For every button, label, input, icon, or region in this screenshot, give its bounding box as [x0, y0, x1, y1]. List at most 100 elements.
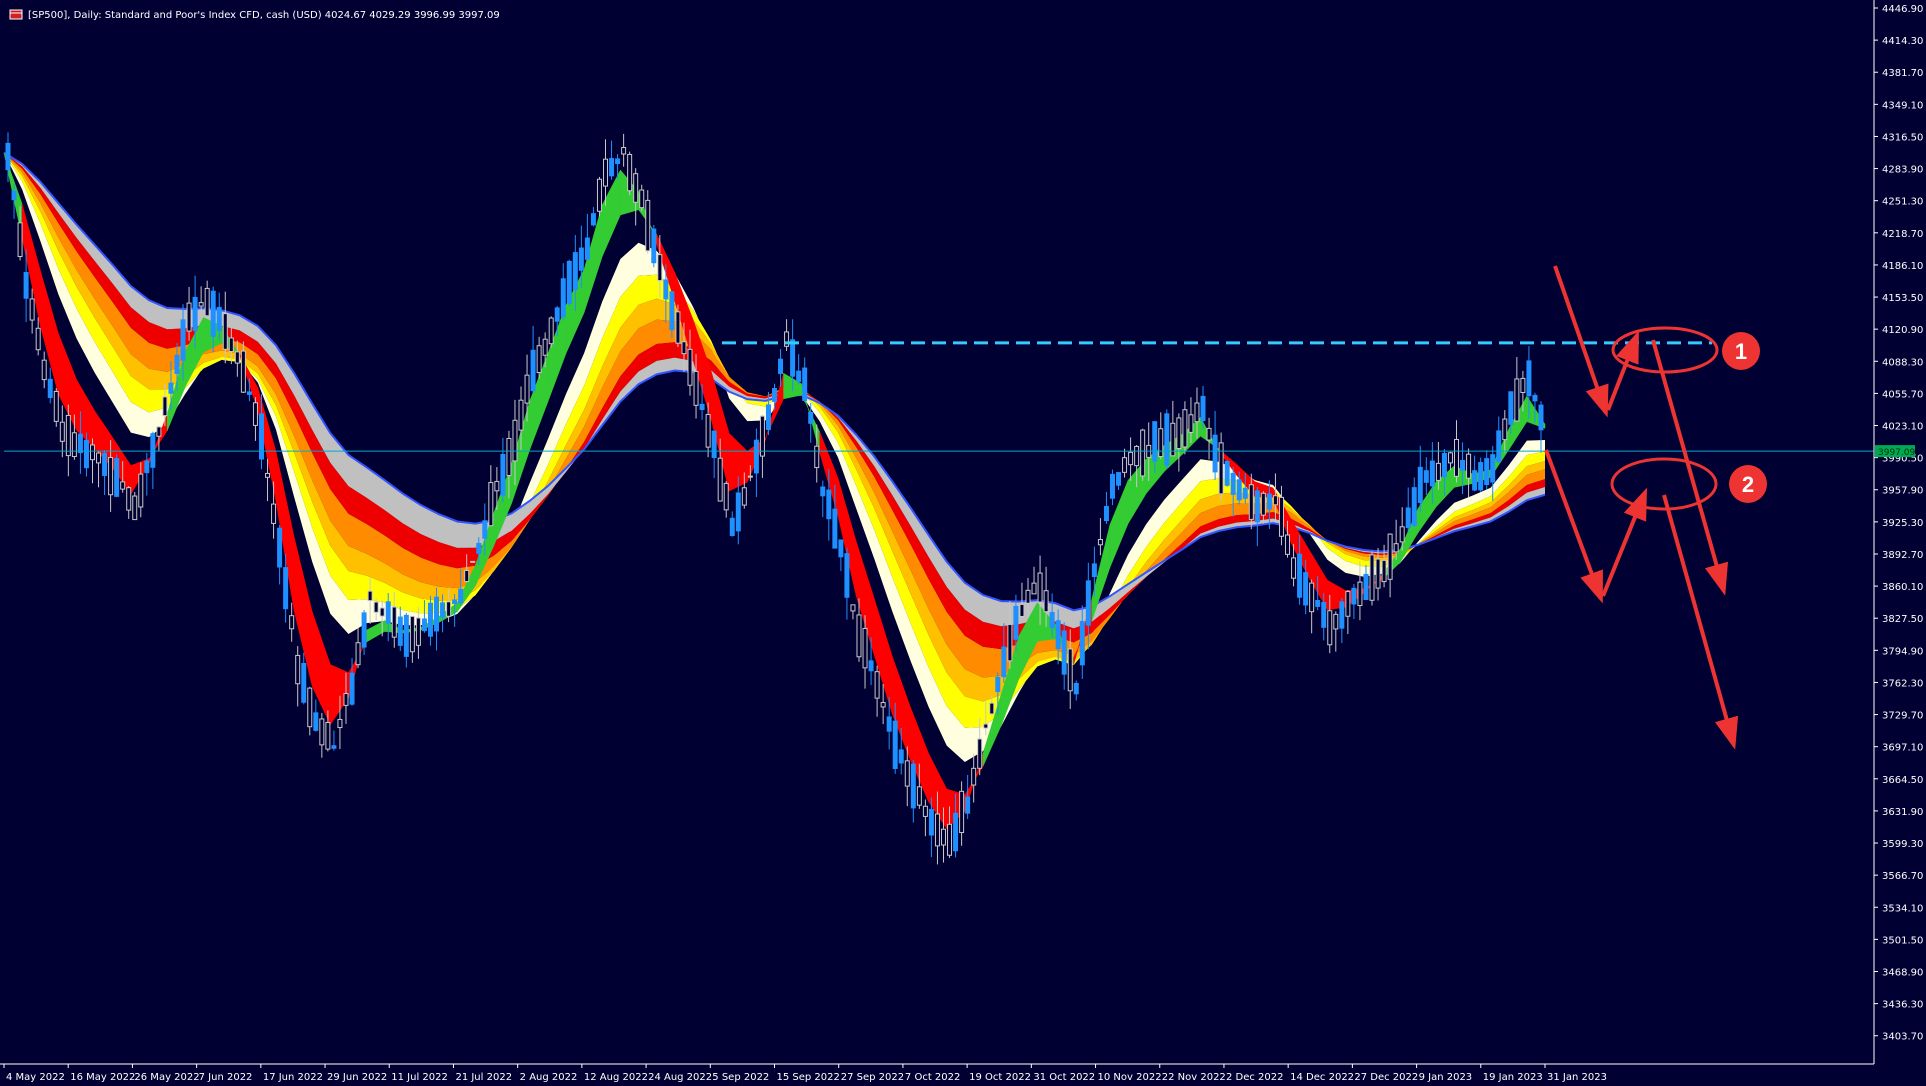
- candle-body: [566, 260, 572, 304]
- y-tick-label: 4349.10: [1882, 100, 1923, 111]
- candle-body: [1061, 630, 1067, 675]
- y-tick-label: 3468.90: [1882, 967, 1923, 978]
- candle-body: [971, 767, 977, 786]
- candle-body: [790, 339, 796, 377]
- candle-body: [1393, 543, 1399, 553]
- candle-body: [524, 374, 530, 404]
- candle-body: [669, 291, 675, 331]
- candle-body: [1333, 613, 1339, 630]
- candle-body: [959, 790, 965, 834]
- x-tick-label: 15 Sep 2022: [777, 1072, 840, 1083]
- candle-body: [1478, 462, 1484, 491]
- candle-body: [832, 508, 838, 549]
- candle-body: [186, 302, 192, 332]
- candle-body: [735, 492, 741, 532]
- x-tick-label: 24 Aug 2022: [648, 1072, 712, 1083]
- candle-body: [1502, 418, 1508, 441]
- candle-body: [820, 486, 826, 497]
- candle-body: [572, 252, 578, 290]
- candle-body: [1345, 591, 1351, 617]
- candle-body: [409, 615, 415, 653]
- x-tick-label: 19 Oct 2022: [969, 1072, 1031, 1083]
- candle-body: [675, 311, 681, 344]
- candle-body: [1025, 589, 1031, 604]
- candle-body: [995, 676, 1001, 693]
- candle-body: [71, 432, 77, 458]
- x-tick-label: 29 Jun 2022: [327, 1072, 387, 1083]
- candle-body: [1484, 458, 1490, 486]
- candle-body: [367, 590, 373, 602]
- candle-body: [415, 617, 421, 646]
- candle-body: [1007, 623, 1013, 662]
- candle-body: [1001, 646, 1007, 678]
- x-tick-label: 4 May 2022: [6, 1072, 65, 1083]
- candle-body: [1460, 460, 1466, 471]
- candle-body: [1109, 473, 1115, 499]
- candle-body: [1435, 462, 1441, 481]
- candle-body: [440, 602, 446, 618]
- candle-body: [17, 222, 23, 258]
- candle-body: [162, 396, 168, 417]
- candle-body: [277, 527, 283, 568]
- candle-body: [132, 495, 138, 521]
- current-price-tag: 3997.09: [1875, 445, 1915, 458]
- y-tick-label: 3794.90: [1882, 646, 1923, 657]
- candle-body: [1091, 563, 1097, 578]
- y-tick-label: 4283.90: [1882, 165, 1923, 176]
- candle-body: [1309, 582, 1315, 613]
- candle-body: [1496, 430, 1502, 462]
- candle-body: [1212, 434, 1218, 473]
- candle-body: [5, 142, 11, 171]
- candle-body: [868, 660, 874, 672]
- candle-body: [765, 404, 771, 430]
- candle-body: [940, 828, 946, 846]
- candle-body: [1508, 391, 1514, 425]
- candle-body: [192, 296, 198, 331]
- candle-body: [892, 720, 898, 769]
- candle-body: [1079, 620, 1085, 666]
- y-tick-label: 4218.70: [1882, 229, 1923, 240]
- candle-body: [1164, 413, 1170, 466]
- candle-body: [156, 426, 162, 437]
- candle-body: [1441, 452, 1447, 478]
- candle-body: [228, 337, 234, 353]
- candle-body: [554, 307, 560, 322]
- candle-body: [621, 147, 627, 155]
- x-tick-label: 22 Nov 2022: [1162, 1072, 1226, 1083]
- candle-body: [681, 341, 687, 355]
- price-chart[interactable]: 1 2 4446.90 4414.30 4381.70 4349.10 4316.50 42…: [0, 0, 1926, 1086]
- candle-body: [645, 199, 651, 252]
- candle-body: [246, 391, 252, 395]
- candle-body: [222, 313, 228, 350]
- chart-window-icon[interactable]: [9, 9, 23, 20]
- candle-body: [699, 403, 705, 410]
- candle-body: [252, 402, 258, 426]
- candle-body: [1097, 538, 1103, 546]
- candle-body: [204, 287, 210, 317]
- y-tick-label: 4414.30: [1882, 36, 1923, 47]
- candle-body: [1327, 610, 1333, 646]
- candle-body: [808, 411, 814, 424]
- candle-body: [373, 601, 379, 613]
- candle-body: [596, 178, 602, 212]
- x-tick-label: 7 Oct 2022: [905, 1072, 960, 1083]
- candle-body: [928, 808, 934, 836]
- x-tick-label: 21 Jul 2022: [455, 1072, 512, 1083]
- candle-body: [258, 413, 264, 460]
- y-tick-label: 4153.50: [1882, 293, 1923, 304]
- candle-body: [301, 662, 307, 703]
- candle-body: [651, 228, 657, 264]
- candle-body: [1206, 427, 1212, 441]
- candle-body: [349, 672, 355, 705]
- candle-body: [41, 359, 47, 381]
- candle-body: [1315, 600, 1321, 607]
- candle-body: [639, 189, 645, 209]
- y-tick-label: 3925.30: [1882, 518, 1923, 529]
- candle-body: [548, 317, 554, 345]
- x-tick-label: 19 Jan 2023: [1483, 1072, 1543, 1083]
- candle-body: [1055, 620, 1061, 650]
- candle-body: [874, 671, 880, 699]
- candle-body: [11, 190, 17, 201]
- candle-body: [343, 693, 349, 706]
- candle-body: [476, 542, 482, 554]
